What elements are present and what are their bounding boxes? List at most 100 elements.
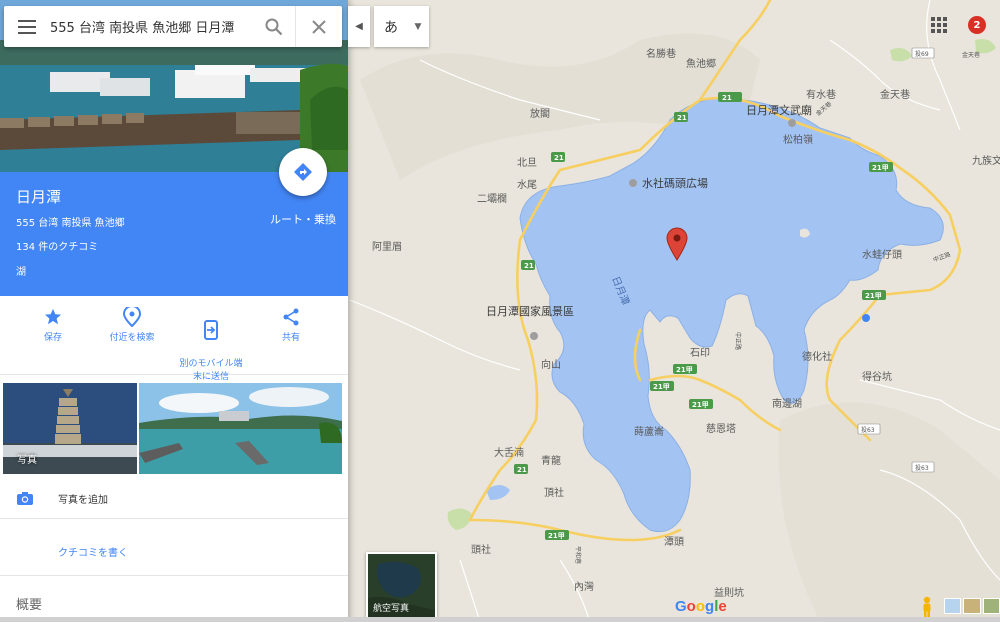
camera-icon <box>16 491 36 506</box>
svg-text:慈恩塔: 慈恩塔 <box>706 422 736 435</box>
svg-text:金天巷: 金天巷 <box>962 51 980 59</box>
svg-text:金天巷: 金天巷 <box>880 88 910 101</box>
svg-text:21甲: 21甲 <box>872 164 889 172</box>
scenic-poi-icon <box>530 332 538 340</box>
lake-photo <box>139 383 342 474</box>
search-nearby-button[interactable]: 付近を検索 <box>90 306 174 345</box>
pegman-icon[interactable] <box>919 596 935 618</box>
place-panel: 日月潭 555 台湾 南投県 魚池郷 134 件のクチコミ 湖 ルート・乗換 保… <box>0 0 348 622</box>
svg-text:投63: 投63 <box>861 426 875 434</box>
action-bar: 保存 付近を検索 別のモバイル端 末に送信 共有 <box>0 296 348 382</box>
reviews-count-link[interactable]: 134 件のクチコミ <box>16 238 98 253</box>
svg-text:21甲: 21甲 <box>865 292 882 300</box>
share-label: 共有 <box>281 333 300 343</box>
photos-label: 写真 <box>17 455 37 466</box>
satellite-toggle[interactable]: 航空写真 <box>366 552 437 620</box>
add-photo-label: 写真を追加 <box>58 494 108 506</box>
chevron-left-icon: ◀ <box>355 21 363 32</box>
chevron-down-icon[interactable]: ▼ <box>408 22 428 32</box>
svg-text:21: 21 <box>524 262 534 270</box>
satellite-label: 航空写真 <box>373 604 410 614</box>
svg-text:水尾: 水尾 <box>517 179 537 191</box>
search-button[interactable] <box>252 6 296 47</box>
share-icon <box>283 308 299 326</box>
layer-thumb[interactable] <box>982 598 1000 614</box>
svg-text:21: 21 <box>722 94 732 102</box>
layer-thumbnails[interactable] <box>944 598 1000 614</box>
write-review-link[interactable]: クチコミを書く <box>58 544 128 559</box>
clear-search-button[interactable] <box>296 6 342 47</box>
ime-toggle[interactable]: あ ▼ <box>374 6 429 47</box>
menu-button[interactable] <box>4 6 50 47</box>
search-icon <box>265 18 282 35</box>
svg-text:魚池郷: 魚池郷 <box>686 57 716 70</box>
bottom-bar <box>0 617 1000 622</box>
svg-text:蒔蘆崙: 蒔蘆崙 <box>634 425 664 438</box>
svg-text:頭社: 頭社 <box>471 543 491 556</box>
send-to-device-icon <box>204 320 218 340</box>
search-input[interactable]: 555 台湾 南投県 魚池郷 日月潭 <box>50 17 252 36</box>
info-poi-icon <box>862 314 870 322</box>
svg-text:21: 21 <box>554 154 564 162</box>
svg-text:內灣: 內灣 <box>574 581 594 593</box>
hamburger-menu-icon <box>18 19 36 34</box>
directions-button[interactable] <box>279 148 327 196</box>
svg-text:二壩欄: 二壩欄 <box>477 192 507 205</box>
svg-text:21甲: 21甲 <box>692 401 709 409</box>
svg-text:21: 21 <box>677 114 687 122</box>
svg-text:水社碼頭広場: 水社碼頭広場 <box>642 176 708 190</box>
svg-text:青龍: 青龍 <box>541 454 561 467</box>
save-button[interactable]: 保存 <box>11 306 95 345</box>
search-box: 555 台湾 南投県 魚池郷 日月潭 <box>4 6 342 47</box>
collapse-panel-button[interactable]: ◀ <box>348 6 370 47</box>
layer-thumb[interactable] <box>963 598 981 614</box>
save-label: 保存 <box>43 333 62 343</box>
layer-thumb[interactable] <box>944 598 962 614</box>
close-icon <box>312 19 326 34</box>
google-logo: Google <box>675 598 727 615</box>
svg-text:北旦: 北旦 <box>517 157 537 169</box>
svg-text:南邊湖: 南邊湖 <box>772 397 802 410</box>
svg-text:阿里眉: 阿里眉 <box>372 241 402 253</box>
directions-label[interactable]: ルート・乗換 <box>270 211 336 227</box>
apps-grid-icon <box>931 17 947 33</box>
svg-text:水蛙仔頭: 水蛙仔頭 <box>862 248 902 261</box>
place-category: 湖 <box>16 267 26 278</box>
photo-strip: 写真 <box>3 383 342 474</box>
ime-mode-label: あ <box>384 19 398 36</box>
svg-text:頂社: 頂社 <box>544 486 564 499</box>
temple-poi-icon <box>788 119 796 127</box>
svg-text:大舌湳: 大舌湳 <box>494 446 524 459</box>
svg-text:放閣: 放閣 <box>530 107 550 120</box>
photo-thumbnail[interactable] <box>139 383 342 474</box>
share-button[interactable]: 共有 <box>249 306 333 345</box>
svg-text:21甲: 21甲 <box>653 383 670 391</box>
svg-text:投69: 投69 <box>915 50 929 58</box>
add-photo-button[interactable]: 写真を追加 <box>0 478 348 519</box>
directions-icon <box>294 163 312 181</box>
nearby-pin-icon <box>123 307 141 327</box>
photo-thumbnail[interactable]: 写真 <box>3 383 137 474</box>
place-title: 日月潭 <box>16 188 62 206</box>
svg-text:日月潭文武廟: 日月潭文武廟 <box>746 103 812 117</box>
notifications-badge[interactable]: 2 <box>968 16 986 34</box>
svg-text:中正路: 中正路 <box>734 332 742 350</box>
svg-text:得谷坑: 得谷坑 <box>862 370 892 383</box>
svg-text:德化社: 德化社 <box>802 350 832 363</box>
svg-text:21: 21 <box>517 466 527 474</box>
overview-heading: 概要 <box>16 598 43 613</box>
svg-text:有水巷: 有水巷 <box>806 88 836 101</box>
apps-button[interactable] <box>929 15 949 35</box>
svg-text:石印: 石印 <box>690 347 710 359</box>
svg-text:名勝巷: 名勝巷 <box>646 47 676 60</box>
svg-text:平和巷: 平和巷 <box>574 546 582 564</box>
svg-text:九族文: 九族文 <box>972 154 1000 167</box>
svg-text:日月潭國家風景區: 日月潭國家風景區 <box>486 304 574 318</box>
write-review-section: クチコミを書く <box>0 519 348 576</box>
svg-text:21甲: 21甲 <box>548 532 565 540</box>
svg-text:潭頭: 潭頭 <box>664 536 684 548</box>
star-icon <box>44 308 62 325</box>
send-to-device-label: 別のモバイル端 末に送信 <box>179 359 243 382</box>
svg-text:投63: 投63 <box>915 464 929 472</box>
svg-text:向山: 向山 <box>541 358 561 371</box>
